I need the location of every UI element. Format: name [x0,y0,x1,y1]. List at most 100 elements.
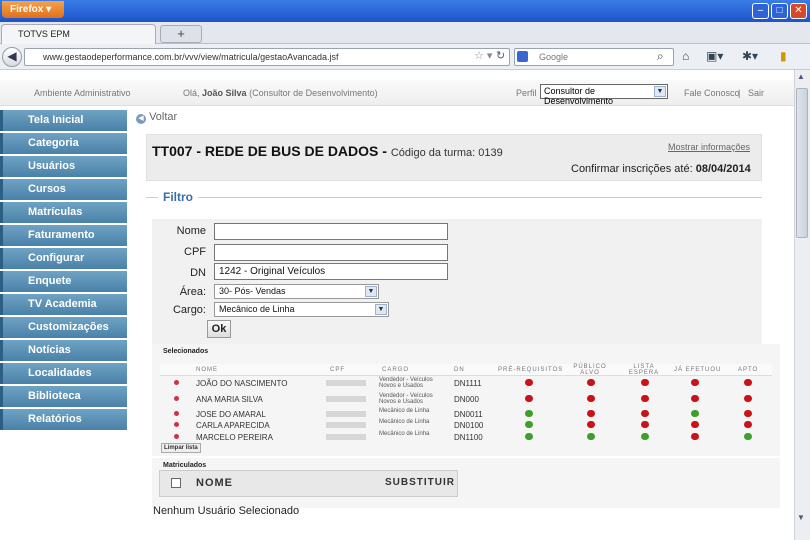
blocked-status-icon [641,395,649,402]
check-status-icon [744,433,752,440]
sidebar-item-tv-academia[interactable]: TV Academia [0,294,127,315]
maximize-button[interactable]: □ [771,3,788,19]
greeting: Olá, João Silva (Consultor de Desenvolvi… [183,88,378,98]
table-row: JOÃO DO NASCIMENTO Vendedor - Veículos No… [160,377,772,389]
row-cpf-redacted [326,380,366,386]
blocked-status-icon [641,379,649,386]
row-nome: CARLA APARECIDA [196,421,270,430]
check-status-icon [587,433,595,440]
blocked-status-icon [641,410,649,417]
course-title: TT007 - REDE DE BUS DE DADOS - Código da… [152,143,503,159]
remove-icon[interactable] [174,434,179,439]
row-dn: DN1100 [454,433,483,442]
table-row: ANA MARIA SILVA Vendedor - Veículos Novos… [160,393,772,405]
select-all-checkbox[interactable] [171,478,181,488]
firefox-menu-button[interactable]: Firefox ▾ [2,1,64,18]
dn-input[interactable]: 1242 - Original Veículos [214,263,448,280]
home-icon[interactable]: ⌂ [682,49,689,65]
sidebar-item-biblioteca[interactable]: Biblioteca [0,386,127,407]
sidebar-item-cursos[interactable]: Cursos [0,179,127,200]
sidebar-item-categoria[interactable]: Categoria [0,133,127,154]
table-row: JOSE DO AMARAL Mecânico de Linha DN0011 [160,408,772,419]
browser-tab[interactable]: TOTVS EPM [1,24,156,44]
row-nome: MARCELO PEREIRA [196,433,273,442]
addon-icon[interactable]: ✱▾ [742,49,758,65]
col-lista-espera: LISTA ESPERA [628,364,660,376]
url-bar[interactable]: www.gestaodeperformance.com.br/vvv/view/… [24,48,510,66]
ok-button[interactable]: Ok [207,320,231,338]
sidebar-item-tela-inicial[interactable]: Tela Inicial [0,110,127,131]
reload-icon[interactable]: ↻ [496,49,505,65]
check-status-icon [525,410,533,417]
user-name: João Silva [202,88,247,98]
blocked-status-icon [525,379,533,386]
perfil-select[interactable]: Consultor de Desenvolvimento ▼ [540,84,668,106]
close-button[interactable]: ✕ [790,3,807,19]
extension-icon[interactable]: ▮ [780,49,787,65]
row-cpf-redacted [326,411,366,417]
area-select-value: 30- Pós- Vendas [219,286,286,296]
sidebar-item-matriculas[interactable]: Matrículas [0,202,127,223]
blocked-status-icon [691,395,699,402]
scroll-down-icon[interactable]: ▼ [797,513,805,522]
nome-label: Nome [176,225,206,237]
check-status-icon [641,433,649,440]
cargo-select[interactable]: Mecânico de Linha ▼ [214,302,389,317]
sidebar-item-customizacoes[interactable]: Customizações [0,317,127,338]
perfil-value: Consultor de Desenvolvimento [544,86,614,106]
fale-conosco-link[interactable]: Fale Conosco [684,88,740,98]
cpf-input[interactable] [214,244,448,261]
row-dn: DN0100 [454,421,484,430]
filter-divider [146,197,762,198]
empty-message: Nenhum Usuário Selecionado [153,505,300,517]
course-title-text: TT007 - REDE DE BUS DE DADOS - [152,143,391,159]
voltar-link[interactable]: ◀ Voltar [136,111,177,124]
sidebar-item-noticias[interactable]: Notícias [0,340,127,361]
search-engine-icon[interactable] [517,51,528,62]
sidebar-item-faturamento[interactable]: Faturamento [0,225,127,246]
blocked-status-icon [587,379,595,386]
new-tab-button[interactable]: + [160,25,202,43]
blocked-status-icon [587,410,595,417]
minimize-button[interactable]: – [752,3,769,19]
sidebar-item-configurar[interactable]: Configurar [0,248,127,269]
back-button[interactable]: ◀ [2,47,22,67]
bookmarks-icon[interactable]: ▣▾ [706,49,723,65]
remove-icon[interactable] [174,422,179,427]
row-cargo: Mecânico de Linha [379,408,430,414]
nome-input[interactable] [214,223,448,240]
selecionados-table-header: NOME CPF CARGO DN PRÉ-REQUISITOS PÚBLICO… [160,364,772,376]
bookmark-star-icon[interactable]: ☆ ▾ [474,49,492,65]
remove-icon[interactable] [174,380,179,385]
check-status-icon [525,421,533,428]
col-pre-requisitos: PRÉ-REQUISITOS [498,367,564,373]
sidebar-item-relatorios[interactable]: Relatórios [0,409,127,430]
scroll-up-icon[interactable]: ▲ [797,72,805,81]
sair-link[interactable]: Sair [748,88,764,98]
row-cpf-redacted [326,422,366,428]
remove-icon[interactable] [174,411,179,416]
matriculados-col-nome: NOME [196,477,233,489]
scrollbar-thumb[interactable] [796,88,808,238]
blocked-status-icon [587,395,595,402]
table-row: MARCELO PEREIRA Mecânico de Linha DN1100 [160,431,772,442]
sidebar-item-usuarios[interactable]: Usuários [0,156,127,177]
col-ja-efetuou: JÁ EFETUOU [674,367,722,373]
remove-icon[interactable] [174,396,179,401]
search-input[interactable]: Google [514,48,674,66]
confirm-deadline: Confirmar inscrições até: 08/04/2014 [571,163,751,175]
browser-tab-title: TOTVS EPM [18,29,70,39]
mostrar-informacoes-link[interactable]: Mostrar informações [668,142,750,152]
voltar-label: Voltar [149,111,178,123]
sidebar-item-enquete[interactable]: Enquete [0,271,127,292]
check-status-icon [691,410,699,417]
row-cpf-redacted [326,396,366,402]
area-label: Ambiente Administrativo [34,88,131,98]
check-status-icon [525,433,533,440]
magnifier-icon[interactable]: ⌕ [657,49,664,65]
sidebar-item-localidades[interactable]: Localidades [0,363,127,384]
area-select[interactable]: 30- Pós- Vendas ▼ [214,284,379,299]
limpar-lista-button[interactable]: Limpar lista [161,443,201,453]
blocked-status-icon [587,421,595,428]
cpf-label: CPF [184,246,206,258]
